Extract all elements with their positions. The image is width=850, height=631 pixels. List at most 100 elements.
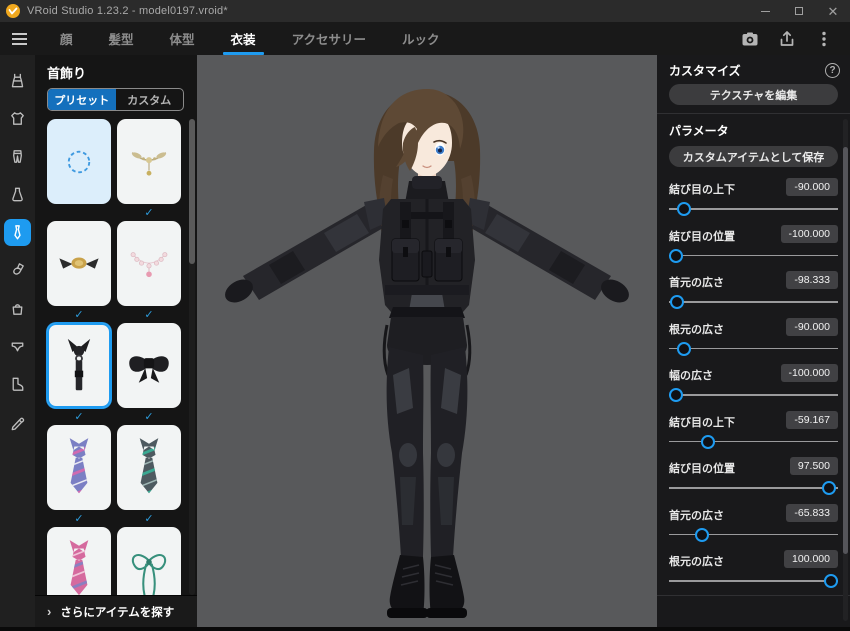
3d-viewport[interactable]: [197, 55, 657, 627]
slider-handle[interactable]: [669, 388, 683, 402]
gold-brooch-thumbnail: [59, 256, 99, 269]
preset-item-teal-striped-tie[interactable]: ✓: [117, 425, 181, 527]
panel-scrollbar[interactable]: [843, 119, 848, 621]
purple-striped-tie-thumbnail: [69, 437, 89, 493]
rail-item-pen[interactable]: [0, 403, 35, 441]
kebab-menu-icon: [821, 31, 826, 46]
rail-item-onepiece[interactable]: [0, 61, 35, 99]
preset-item-pink-striped-tie[interactable]: ✓: [47, 527, 111, 595]
export-button[interactable]: [768, 22, 805, 55]
parameter-label: 根元の広さ: [669, 556, 724, 568]
preset-item-green-string-bow[interactable]: ✓: [117, 527, 181, 595]
slider-handle[interactable]: [676, 341, 691, 356]
slider-group-knot-vertical-1: 結び目の上下 -90.000: [669, 178, 838, 228]
item-list-panel: 首飾り プリセット カスタム ✓ ✓ ✓ ✓ ✓ ✓ ✓ › さらにアイテムを探…: [35, 55, 197, 627]
preset-item-black-bow[interactable]: ✓: [117, 323, 181, 425]
onepiece-icon: [11, 73, 24, 87]
menu-hamburger-icon[interactable]: [0, 22, 38, 55]
help-icon[interactable]: ?: [825, 63, 840, 78]
parameter-value: -65.833: [786, 503, 838, 522]
tab-accessories[interactable]: アクセサリー: [274, 22, 384, 55]
close-button[interactable]: ✕: [816, 0, 850, 22]
rail-item-bag[interactable]: [0, 289, 35, 327]
tab-preset[interactable]: プリセット: [48, 89, 116, 110]
preset-item-gold-necklace[interactable]: ✓: [117, 119, 181, 221]
rail-item-skirt[interactable]: [0, 175, 35, 213]
tab-custom[interactable]: カスタム: [116, 89, 184, 110]
pearl-necklace-thumbnail: [130, 251, 168, 277]
parameter-value: -98.333: [786, 271, 838, 289]
rail-item-legwear[interactable]: [0, 251, 35, 289]
checked-indicator: ✓: [144, 411, 154, 423]
parameter-label: 結び目の上下: [669, 184, 735, 196]
divider: [657, 113, 850, 114]
slider-handle[interactable]: [670, 295, 685, 309]
scrollbar-thumb[interactable]: [189, 119, 195, 264]
preset-item-gold-brooch[interactable]: ✓: [47, 221, 111, 323]
parameter-value: -100.000: [780, 364, 838, 382]
preset-item-pearl-necklace[interactable]: ✓: [117, 221, 181, 323]
tab-look[interactable]: ルック: [384, 22, 458, 55]
find-more-items-button[interactable]: › さらにアイテムを探す: [35, 595, 197, 627]
window-title: VRoid Studio 1.23.2 - model0197.vroid*: [27, 5, 228, 17]
edit-texture-button[interactable]: テクスチャを編集: [669, 84, 838, 105]
parameter-slider[interactable]: [669, 573, 838, 589]
parameter-slider[interactable]: [669, 387, 838, 403]
parameter-label: 首元の広さ: [669, 277, 724, 289]
tab-body[interactable]: 体型: [152, 22, 213, 55]
tab-face[interactable]: 顔: [42, 22, 91, 55]
rail-item-underwear[interactable]: [0, 327, 35, 365]
pen-icon: [11, 417, 25, 430]
rail-item-neckwear[interactable]: [0, 213, 35, 251]
green-string-bow-thumbnail: [131, 553, 167, 595]
preset-grid: ✓ ✓ ✓ ✓ ✓ ✓ ✓: [35, 119, 197, 595]
slider-group-neck-width-2: 首元の広さ -65.833: [669, 503, 838, 554]
bag-icon: [12, 303, 23, 315]
pink-striped-tie-thumbnail: [69, 539, 89, 595]
parameter-slider[interactable]: [669, 201, 838, 217]
parameter-slider[interactable]: [669, 434, 838, 450]
parameter-slider[interactable]: [669, 294, 838, 310]
slider-handle[interactable]: [700, 434, 715, 449]
gold-necklace-thumbnail: [131, 151, 167, 176]
preset-item-none[interactable]: [47, 119, 111, 221]
black-harness-tie-thumbnail: [67, 338, 91, 390]
slider-handle[interactable]: [822, 481, 837, 495]
item-list-scrollbar[interactable]: [189, 119, 195, 595]
slider-group-base-width-1: 根元の広さ -90.000: [669, 317, 838, 368]
navbar-actions: [731, 22, 850, 55]
more-menu-button[interactable]: [805, 22, 842, 55]
share-export-icon: [780, 30, 793, 46]
preset-item-black-harness-tie[interactable]: ✓: [47, 323, 111, 425]
parameter-slider[interactable]: [669, 480, 838, 496]
maximize-button[interactable]: [782, 0, 816, 22]
main-navbar: 顔 髪型 体型 衣装 アクセサリー ルック: [0, 22, 850, 55]
checked-indicator: ✓: [144, 309, 154, 321]
slider-handle[interactable]: [676, 202, 691, 216]
black-bow-thumbnail: [129, 355, 169, 383]
camera-button[interactable]: [731, 22, 768, 55]
save-custom-item-button[interactable]: カスタムアイテムとして保存: [669, 146, 838, 167]
window-bottom-edge: [0, 627, 850, 631]
boot-icon: [12, 377, 24, 391]
rail-item-bottoms[interactable]: [0, 137, 35, 175]
necktie-icon: [14, 224, 21, 239]
tab-hair[interactable]: 髪型: [91, 22, 152, 55]
parameter-sliders: 結び目の上下 -90.000 結び目の位置 -100.000 首元の広さ -98…: [669, 178, 838, 600]
scrollbar-thumb[interactable]: [843, 147, 848, 554]
rail-item-tops[interactable]: [0, 99, 35, 137]
parameter-slider[interactable]: [669, 248, 838, 264]
slider-handle[interactable]: [669, 248, 683, 263]
preset-item-purple-striped-tie[interactable]: ✓: [47, 425, 111, 527]
checked-indicator: ✓: [74, 513, 84, 525]
minimize-button[interactable]: [748, 0, 782, 22]
tab-clothing[interactable]: 衣装: [213, 22, 274, 55]
character-model: [225, 89, 629, 618]
rail-item-shoes[interactable]: [0, 365, 35, 403]
none-thumbnail: [67, 150, 91, 173]
checked-indicator: ✓: [74, 309, 84, 321]
parameter-slider[interactable]: [669, 527, 838, 543]
parameter-slider[interactable]: [669, 341, 838, 357]
slider-handle[interactable]: [824, 574, 838, 588]
slider-handle[interactable]: [695, 527, 710, 542]
